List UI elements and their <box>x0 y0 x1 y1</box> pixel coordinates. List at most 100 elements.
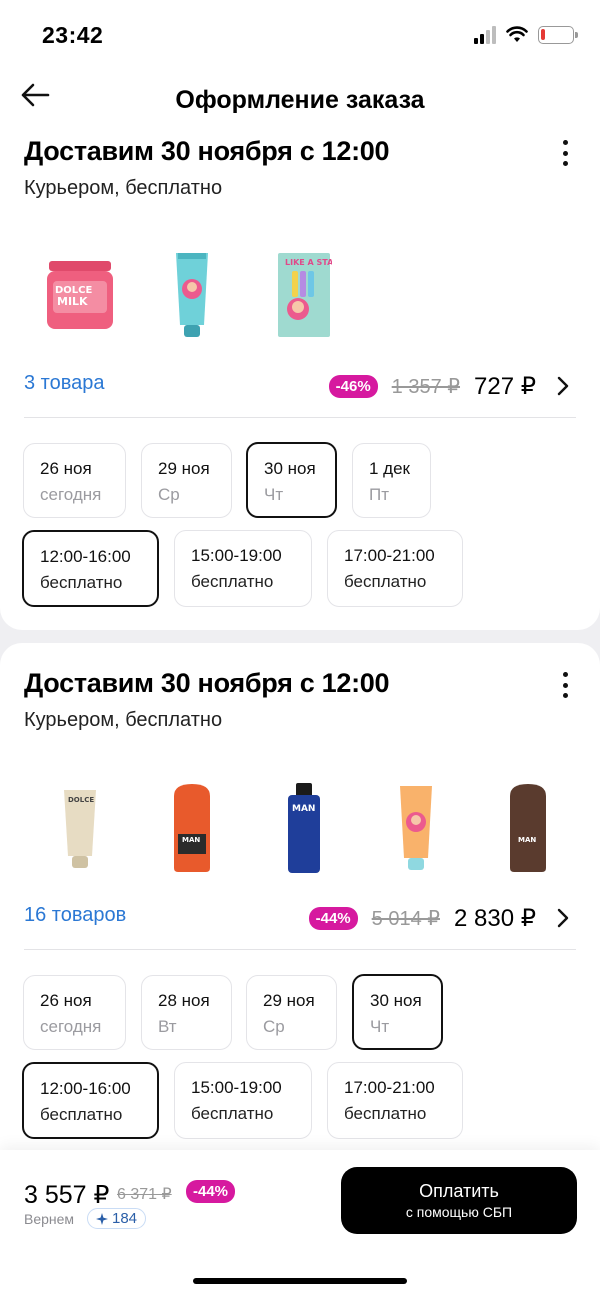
product-thumbnail[interactable]: MAN <box>472 773 584 883</box>
shipment-card-2: Доставим 30 ноября с 12:00 Курьером, бес… <box>0 643 600 1163</box>
time-slot-range: 17:00-21:00 <box>344 546 435 565</box>
pay-button-sublabel: с помощью СБП <box>405 1204 513 1220</box>
time-slot-price: бесплатно <box>344 1104 427 1123</box>
date-chip-weekday: Чт <box>264 485 284 504</box>
cream-tube-image <box>400 786 432 870</box>
time-slot-price: бесплатно <box>191 572 274 591</box>
product-thumbnail[interactable]: MAN <box>248 773 360 883</box>
product-thumbnail[interactable]: LIKE A STAR <box>248 240 360 350</box>
time-slot-chip[interactable]: 15:00-19:00 бесплатно <box>174 530 312 607</box>
deodorant-image: MAN <box>510 784 546 872</box>
time-slot-price: бесплатно <box>40 1105 123 1124</box>
summary-row[interactable]: 16 товаров -44% 5 014 ₽ 2 830 ₽ <box>24 900 576 936</box>
time-slot-range: 15:00-19:00 <box>191 546 282 565</box>
date-chip[interactable]: 29 ноя Ср <box>246 975 337 1050</box>
product-thumbnail[interactable]: DOLCE <box>24 773 136 883</box>
more-options-button[interactable] <box>560 672 570 698</box>
chevron-right-icon[interactable] <box>556 908 570 928</box>
date-chip-day: 30 ноя <box>370 991 422 1010</box>
date-chip[interactable]: 28 ноя Вт <box>141 975 232 1050</box>
chevron-right-icon[interactable] <box>556 376 570 396</box>
date-chip[interactable]: 29 ноя Ср <box>141 443 232 518</box>
header: Оформление заказа <box>0 72 600 132</box>
shipment-card-1: 23:42 Оформление заказа Доставим 30 нояб… <box>0 0 600 630</box>
product-thumbnails: DOLCE MILK LIKE A STAR <box>24 240 360 350</box>
date-chip[interactable]: 26 ноя сегодня <box>23 443 126 518</box>
svg-text:MAN: MAN <box>292 804 315 814</box>
time-slot-price: бесплатно <box>191 1104 274 1123</box>
checkout-footer: 3 557 ₽ 6 371 ₽ -44% Вернем 184 Оплатить… <box>0 1150 600 1297</box>
date-chip-day: 26 ноя <box>40 991 92 1010</box>
discount-badge: -44% <box>308 906 358 930</box>
svg-text:MAN: MAN <box>518 836 536 844</box>
pay-button[interactable]: Оплатить с помощью СБП <box>341 1167 577 1234</box>
price: 727 ₽ <box>474 372 536 400</box>
cashback-points[interactable]: 184 <box>87 1208 147 1229</box>
price: 2 830 ₽ <box>454 904 536 932</box>
divider <box>24 949 576 950</box>
time-slot-chip[interactable]: 17:00-21:00 бесплатно <box>327 530 463 607</box>
date-chip-day: 28 ноя <box>158 991 210 1010</box>
more-options-button[interactable] <box>560 140 570 166</box>
time-slot-chip-selected[interactable]: 12:00-16:00 бесплатно <box>22 530 159 607</box>
date-chip-weekday: Пт <box>369 485 390 504</box>
page-title: Оформление заказа <box>175 86 425 114</box>
date-chip-day: 26 ноя <box>40 459 92 478</box>
cream-tube-image: DOLCE <box>64 790 96 868</box>
deodorant-image: MAN <box>174 784 210 872</box>
price-group: -44% 5 014 ₽ 2 830 ₽ <box>308 900 536 936</box>
discount-badge: -46% <box>328 374 378 398</box>
date-chip-day: 30 ноя <box>264 459 316 478</box>
date-chip-weekday: сегодня <box>40 485 102 504</box>
scrub-jar-image: DOLCE MILK <box>47 261 113 329</box>
time-slot-chip[interactable]: 15:00-19:00 бесплатно <box>174 1062 312 1139</box>
delivery-title: Доставим 30 ноября с 12:00 <box>24 136 390 166</box>
time-slot-range: 12:00-16:00 <box>40 547 131 566</box>
shampoo-bottle-image: MAN <box>288 783 320 873</box>
time-slot-range: 12:00-16:00 <box>40 1079 131 1098</box>
summary-row[interactable]: 3 товара -46% 1 357 ₽ 727 ₽ <box>24 368 576 404</box>
home-indicator <box>193 1278 407 1284</box>
product-thumbnail[interactable] <box>360 773 472 883</box>
svg-text:LIKE A STAR: LIKE A STAR <box>285 258 332 267</box>
product-thumbnail[interactable]: MAN <box>136 773 248 883</box>
gift-set-image: LIKE A STAR <box>278 253 332 337</box>
status-bar: 23:42 <box>0 0 600 70</box>
date-chip[interactable]: 26 ноя сегодня <box>23 975 126 1050</box>
items-count-link[interactable]: 3 товара <box>24 372 105 395</box>
svg-text:MAN: MAN <box>182 836 200 844</box>
date-chip-day: 1 дек <box>369 459 410 478</box>
date-chip-weekday: сегодня <box>40 1017 102 1036</box>
time-slot-range: 17:00-21:00 <box>344 1078 435 1097</box>
cashback-label: Вернем <box>24 1211 75 1227</box>
price-group: -46% 1 357 ₽ 727 ₽ <box>328 368 536 404</box>
delivery-subtitle: Курьером, бесплатно <box>24 177 223 199</box>
time-slot-range: 15:00-19:00 <box>191 1078 282 1097</box>
battery-icon <box>538 26 578 44</box>
date-chip-selected[interactable]: 30 ноя Чт <box>352 974 443 1050</box>
product-thumbnail[interactable] <box>136 240 248 350</box>
svg-text:DOLCE: DOLCE <box>68 796 94 804</box>
date-chip-day: 29 ноя <box>158 459 210 478</box>
delivery-subtitle: Курьером, бесплатно <box>24 709 223 731</box>
product-thumbnails: DOLCE MAN MAN MAN <box>24 773 584 883</box>
product-thumbnail[interactable]: DOLCE MILK <box>24 240 136 350</box>
time-slot-chip[interactable]: 17:00-21:00 бесплатно <box>327 1062 463 1139</box>
time-slot-price: бесплатно <box>40 573 123 592</box>
date-chip-weekday: Ср <box>158 485 180 504</box>
cream-tube-image <box>176 253 208 337</box>
wifi-icon <box>506 26 528 42</box>
date-chip-selected[interactable]: 30 ноя Чт <box>246 442 337 518</box>
time-slot-price: бесплатно <box>344 572 427 591</box>
sparkle-icon <box>96 1212 108 1225</box>
date-chip[interactable]: 1 дек Пт <box>352 443 431 518</box>
total-discount-badge: -44% <box>186 1180 236 1203</box>
date-chip-weekday: Вт <box>158 1017 177 1036</box>
signal-icon <box>474 26 496 44</box>
items-count-link[interactable]: 16 товаров <box>24 904 126 927</box>
divider <box>24 417 576 418</box>
pay-button-label: Оплатить <box>419 1181 499 1201</box>
date-chip-weekday: Ср <box>263 1017 285 1036</box>
time-slot-chip-selected[interactable]: 12:00-16:00 бесплатно <box>22 1062 159 1139</box>
old-price: 5 014 ₽ <box>371 907 440 930</box>
